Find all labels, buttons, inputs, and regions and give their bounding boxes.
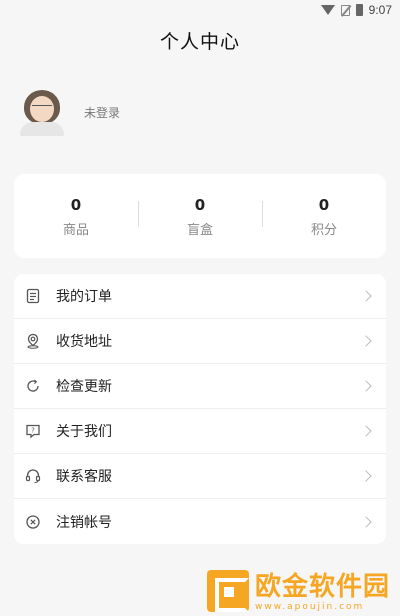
- menu-item-label: 收货地址: [56, 334, 112, 350]
- chevron-right-icon: [360, 425, 372, 437]
- stat-label: 商品: [62, 222, 89, 238]
- menu-list: 我的订单 收货地址 检查更新 ? 关于我们 联系客服 注销帐号: [14, 274, 386, 544]
- watermark-logo-icon: [206, 570, 249, 612]
- stat-points[interactable]: 0 积分: [262, 195, 386, 238]
- watermark: 欧金软件园 www.apoujin.com: [206, 570, 390, 612]
- stat-value: 0: [318, 195, 330, 214]
- menu-item-delete-account[interactable]: 注销帐号: [14, 499, 386, 544]
- battery-icon: [355, 4, 363, 16]
- profile-header[interactable]: 未登录: [0, 84, 400, 140]
- chevron-right-icon: [360, 335, 372, 347]
- chevron-right-icon: [360, 290, 372, 302]
- location-pin-icon: [24, 332, 42, 350]
- status-bar: 9:07: [0, 0, 400, 20]
- clipboard-icon: [24, 287, 42, 305]
- login-status-text[interactable]: 未登录: [84, 104, 120, 121]
- stats-card: 0 商品 0 盲盒 0 积分: [14, 174, 386, 258]
- headset-icon: [24, 467, 42, 485]
- close-circle-icon: [24, 513, 42, 531]
- question-bubble-icon: ?: [24, 422, 42, 440]
- menu-item-label: 检查更新: [56, 379, 112, 395]
- menu-item-label: 联系客服: [56, 469, 112, 485]
- stat-products[interactable]: 0 商品: [14, 195, 138, 238]
- stat-blind-boxes[interactable]: 0 盲盒: [138, 195, 262, 238]
- svg-text:?: ?: [31, 427, 35, 435]
- watermark-title: 欧金软件园: [254, 572, 390, 602]
- menu-item-label: 注销帐号: [56, 514, 112, 531]
- refresh-icon: [24, 377, 42, 395]
- menu-item-about[interactable]: ? 关于我们: [14, 409, 386, 454]
- wifi-icon: [320, 5, 335, 15]
- stat-label: 盲盒: [186, 222, 213, 238]
- menu-item-orders[interactable]: 我的订单: [14, 274, 386, 319]
- menu-item-label: 我的订单: [56, 289, 112, 305]
- avatar[interactable]: [20, 88, 64, 136]
- menu-item-label: 关于我们: [56, 424, 112, 440]
- stat-value: 0: [194, 195, 206, 214]
- stat-value: 0: [70, 195, 82, 214]
- menu-item-customer-service[interactable]: 联系客服: [14, 454, 386, 499]
- menu-item-check-update[interactable]: 检查更新: [14, 364, 386, 409]
- status-time: 9:07: [368, 3, 392, 17]
- page-title: 个人中心: [159, 31, 240, 53]
- stat-label: 积分: [310, 222, 337, 238]
- watermark-url: www.apoujin.com: [254, 602, 365, 612]
- chevron-right-icon: [360, 515, 372, 528]
- chevron-right-icon: [360, 380, 372, 392]
- chevron-right-icon: [360, 470, 372, 482]
- no-sim-icon: [340, 4, 350, 16]
- menu-item-address[interactable]: 收货地址: [14, 319, 386, 364]
